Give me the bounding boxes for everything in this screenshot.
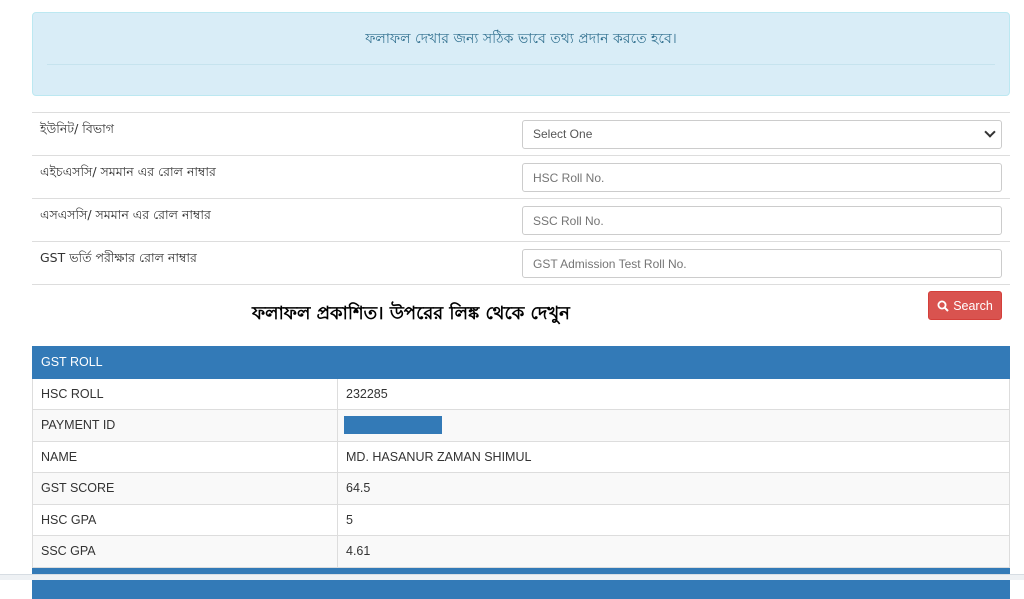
ssc-roll-input[interactable] [522,206,1002,235]
row-label: SSC GPA [32,535,338,568]
table-row: GST SCORE 64.5 [32,472,1010,505]
hsc-roll-label: এইচএসসি/ সমমান এর রোল নাম্বার [40,164,216,179]
table-row: SSC GPA 4.61 [32,535,1010,568]
search-icon [937,300,949,312]
row-label [32,566,338,599]
table-row-partial [32,566,1010,599]
gst-roll-input[interactable] [522,249,1002,278]
page-container: ফলাফল দেখার জন্য সঠিক ভাবে তথ্য প্রদান ক… [32,12,1010,343]
window-bottom-strip [0,574,1024,580]
info-alert: ফলাফল দেখার জন্য সঠিক ভাবে তথ্য প্রদান ক… [32,12,1010,96]
row-value: MD. HASANUR ZAMAN SHIMUL [337,440,1010,473]
form-row-hsc-roll: এইচএসসি/ সমমান এর রোল নাম্বার [32,156,1010,199]
result-table: GST ROLL HSC ROLL 232285 PAYMENT ID NAME… [32,346,1010,599]
row-value: 232285 [337,377,1010,410]
alert-divider [47,64,995,65]
table-row: HSC GPA 5 [32,503,1010,536]
form-row-gst-roll: GST ভর্তি পরীক্ষার রোল নাম্বার [32,242,1010,285]
table-row: GST ROLL [32,346,1010,379]
redacted-payment-id [344,416,442,435]
gst-roll-label: GST ভর্তি পরীক্ষার রোল নাম্বার [40,250,197,265]
ssc-roll-label: এসএসসি/ সমমান এর রোল নাম্বার [40,207,211,222]
unit-label: ইউনিট/ বিভাগ [40,121,114,136]
row-value: 64.5 [337,472,1010,505]
result-published-notice: ফলাফল প্রকাশিত। উপরের লিঙ্ক থেকে দেখুন [252,303,570,324]
row-label: NAME [32,440,338,473]
row-value [337,409,1010,442]
search-form: ইউনিট/ বিভাগ Select One এইচএসসি/ সমমান এ… [32,112,1010,285]
row-value [337,566,1010,599]
unit-select-value: Select One [533,127,593,141]
table-row: HSC ROLL 232285 [32,377,1010,410]
table-row: NAME MD. HASANUR ZAMAN SHIMUL [32,440,1010,473]
action-row: ফলাফল প্রকাশিত। উপরের লিঙ্ক থেকে দেখুন S… [32,285,1010,343]
row-label: GST SCORE [32,472,338,505]
row-value [337,346,1010,379]
row-label: PAYMENT ID [32,409,338,442]
hsc-roll-input[interactable] [522,163,1002,192]
row-value: 4.61 [337,535,1010,568]
form-row-unit: ইউনিট/ বিভাগ Select One [32,113,1010,156]
row-label: GST ROLL [32,346,338,379]
form-row-ssc-roll: এসএসসি/ সমমান এর রোল নাম্বার [32,199,1010,242]
search-button-label: Search [953,298,993,313]
alert-message: ফলাফল দেখার জন্য সঠিক ভাবে তথ্য প্রদান ক… [365,31,677,47]
search-button[interactable]: Search [928,291,1002,320]
row-label: HSC GPA [32,503,338,536]
unit-select[interactable]: Select One [522,120,1002,149]
table-row: PAYMENT ID [32,409,1010,442]
row-label: HSC ROLL [32,377,338,410]
row-value: 5 [337,503,1010,536]
